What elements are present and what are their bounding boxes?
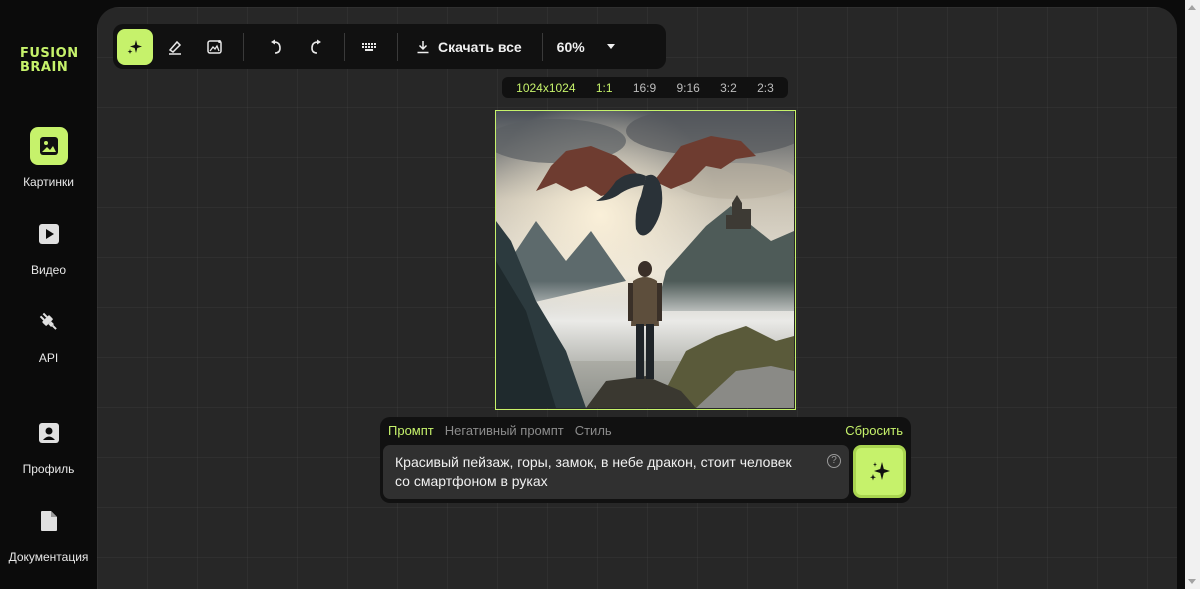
help-icon[interactable]: ? <box>827 454 841 468</box>
resolution-label: 1024x1024 <box>516 80 576 95</box>
sidebar-item-images[interactable]: Картинки <box>0 127 97 189</box>
keyboard-icon <box>362 42 376 51</box>
ratio-option[interactable]: 16:9 <box>633 81 656 95</box>
prompt-text-line-1: Красивый пейзаж, горы, замок, в небе дра… <box>395 454 792 470</box>
undo-button[interactable] <box>258 29 294 65</box>
toolbar-divider <box>541 32 543 61</box>
tab-prompt[interactable]: Промпт <box>388 423 434 438</box>
generated-image-artwork <box>496 111 795 408</box>
sidebar-item-label: Видео <box>30 263 67 277</box>
sparkle-icon <box>127 39 142 54</box>
logo-line-2: BRAIN <box>20 60 69 75</box>
aspect-ratio-bar: 1024x1024 1:1 16:9 9:16 3:2 2:3 <box>502 77 788 98</box>
logo[interactable]: FUSION BRAIN <box>20 47 79 75</box>
sidebar-item-api[interactable]: API <box>0 303 97 365</box>
play-icon <box>30 215 68 253</box>
scrollbar[interactable] <box>1185 0 1200 589</box>
generate-tool-button[interactable] <box>117 28 153 65</box>
ratio-option[interactable]: 2:3 <box>757 81 774 95</box>
scroll-up-icon[interactable] <box>1188 5 1196 10</box>
generate-button[interactable] <box>853 445 906 498</box>
toolbar: Скачать все 60% <box>113 24 666 69</box>
download-all-button[interactable]: Скачать все <box>416 39 522 55</box>
keyboard-button[interactable] <box>351 29 387 65</box>
download-all-label: Скачать все <box>438 38 522 55</box>
redo-icon <box>311 39 321 54</box>
zoom-value: 60% <box>556 38 585 55</box>
undo-icon <box>271 39 281 54</box>
reset-button[interactable]: Сбросить <box>845 423 903 438</box>
sparkle-icon <box>869 461 890 480</box>
plug-icon <box>30 303 68 341</box>
ratio-option[interactable]: 3:2 <box>720 81 737 95</box>
document-icon <box>30 502 68 540</box>
toolbar-divider <box>397 32 398 61</box>
prompt-tabs: Промпт Негативный промпт Стиль <box>388 423 612 438</box>
redo-button[interactable] <box>298 29 334 65</box>
prompt-input[interactable]: Красивый пейзаж, горы, замок, в небе дра… <box>383 445 849 499</box>
image-icon <box>29 127 68 165</box>
tab-style[interactable]: Стиль <box>575 423 612 438</box>
toolbar-divider <box>243 32 244 61</box>
sidebar-item-label: Документация <box>8 550 89 564</box>
tab-negative-prompt[interactable]: Негативный промпт <box>445 423 564 438</box>
sidebar-item-label: API <box>38 351 59 365</box>
scroll-down-icon[interactable] <box>1188 579 1196 584</box>
generated-image[interactable] <box>495 110 796 410</box>
image-edit-icon <box>207 39 222 54</box>
zoom-select[interactable]: 60% <box>557 39 615 55</box>
sidebar: FUSION BRAIN Картинки Видео API Профиль … <box>0 0 97 589</box>
chevron-down-icon <box>606 44 615 49</box>
sidebar-item-video[interactable]: Видео <box>0 215 97 277</box>
sidebar-item-profile[interactable]: Профиль <box>0 414 97 476</box>
eraser-icon <box>168 40 182 55</box>
profile-icon <box>30 414 68 452</box>
toolbar-divider <box>344 32 345 61</box>
sidebar-item-label: Профиль <box>22 462 75 476</box>
logo-line-1: FUSION <box>20 46 79 61</box>
prompt-panel: Промпт Негативный промпт Стиль Сбросить … <box>380 417 911 503</box>
eraser-tool-button[interactable] <box>157 29 193 65</box>
ratio-option[interactable]: 9:16 <box>676 81 699 95</box>
sidebar-item-label: Картинки <box>23 175 74 189</box>
sidebar-item-docs[interactable]: Документация <box>0 502 97 564</box>
download-icon <box>417 40 429 53</box>
prompt-text-line-2: со смартфоном в руках <box>395 473 548 489</box>
ratio-option[interactable]: 1:1 <box>596 81 613 95</box>
image-edit-tool-button[interactable] <box>197 29 233 65</box>
